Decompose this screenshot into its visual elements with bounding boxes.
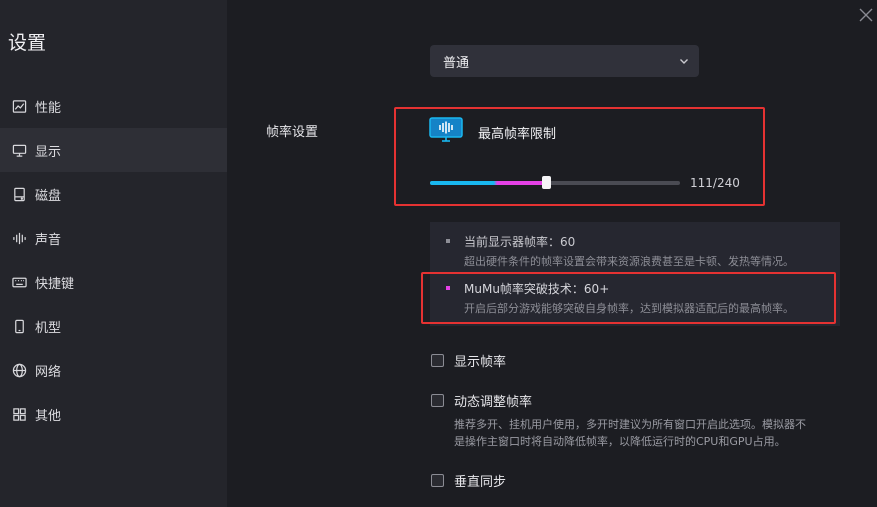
- sidebar-item-performance[interactable]: 性能: [0, 84, 227, 128]
- sidebar-title: 设置: [8, 32, 47, 54]
- sidebar: 设置 性能 显示 磁盘 声音 快捷键 机型 网络 其他: [0, 0, 227, 507]
- monitor-icon: [11, 142, 27, 158]
- mumu-framerate-breakthrough-desc: 开启后部分游戏能够突破自身帧率，达到模拟器适配后的最高帧率。: [464, 302, 794, 315]
- dynamic-fps-checkbox[interactable]: [431, 394, 444, 407]
- keyboard-icon: [11, 274, 27, 290]
- framerate-slider[interactable]: [430, 176, 680, 189]
- globe-icon: [11, 362, 27, 378]
- chart-line-icon: [11, 98, 27, 114]
- mumu-framerate-breakthrough: MuMu帧率突破技术：60+: [464, 282, 610, 296]
- show-fps-option[interactable]: 显示帧率: [431, 351, 506, 370]
- chevron-down-icon: [679, 55, 689, 65]
- max-framerate-title: 最高帧率限制: [478, 127, 557, 142]
- show-fps-label: 显示帧率: [454, 355, 507, 370]
- vsync-option[interactable]: 垂直同步: [431, 471, 506, 490]
- framerate-info-panel: 当前显示器帧率：60 超出硬件条件的帧率设置会带来资源浪费甚至是卡顿、发热等情况…: [430, 222, 840, 326]
- sidebar-item-label: 磁盘: [35, 188, 62, 204]
- monitor-framerate-icon: [429, 117, 463, 143]
- disk-icon: [11, 186, 27, 202]
- sidebar-item-label: 显示: [35, 144, 62, 160]
- sidebar-item-label: 快捷键: [35, 276, 75, 292]
- framerate-slider-fill: [430, 181, 546, 185]
- sidebar-item-network[interactable]: 网络: [0, 348, 227, 392]
- current-display-framerate: 当前显示器帧率：60: [464, 235, 576, 249]
- sidebar-item-display[interactable]: 显示: [0, 128, 227, 172]
- display-mode-select[interactable]: 普通: [430, 45, 699, 77]
- sidebar-item-shortcuts[interactable]: 快捷键: [0, 260, 227, 304]
- framerate-slider-value: 111/240: [690, 176, 740, 190]
- sidebar-item-audio[interactable]: 声音: [0, 216, 227, 260]
- vsync-checkbox[interactable]: [431, 474, 444, 487]
- framerate-section-label: 帧率设置: [266, 125, 319, 140]
- display-mode-value: 普通: [443, 55, 470, 71]
- dynamic-fps-desc-line2: 是操作主窗口时将自动降低帧率，以降低运行时的CPU和GPU占用。: [454, 435, 786, 448]
- sidebar-item-device-model[interactable]: 机型: [0, 304, 227, 348]
- framerate-slider-thumb[interactable]: [541, 176, 551, 189]
- vsync-label: 垂直同步: [454, 475, 507, 490]
- sidebar-item-label: 网络: [35, 364, 62, 380]
- phone-icon: [11, 318, 27, 334]
- sidebar-item-label: 声音: [35, 232, 62, 248]
- sidebar-item-label: 性能: [35, 100, 62, 116]
- audio-icon: [11, 230, 27, 246]
- sidebar-item-disk[interactable]: 磁盘: [0, 172, 227, 216]
- close-icon[interactable]: [859, 7, 875, 23]
- sidebar-item-other[interactable]: 其他: [0, 392, 227, 436]
- bullet-marker: [446, 239, 450, 243]
- current-display-framerate-desc: 超出硬件条件的帧率设置会带来资源浪费甚至是卡顿、发热等情况。: [464, 255, 794, 268]
- sidebar-nav: 性能 显示 磁盘 声音 快捷键 机型 网络 其他: [0, 84, 227, 436]
- grid-icon: [11, 406, 27, 422]
- dynamic-fps-desc-line1: 推荐多开、挂机用户使用，多开时建议为所有窗口开启此选项。模拟器不: [454, 418, 806, 431]
- sidebar-item-label: 其他: [35, 408, 62, 424]
- dynamic-fps-label: 动态调整帧率: [454, 395, 533, 410]
- bullet-marker-magenta: [446, 286, 450, 290]
- show-fps-checkbox[interactable]: [431, 354, 444, 367]
- dynamic-fps-option[interactable]: 动态调整帧率: [431, 391, 532, 410]
- sidebar-item-label: 机型: [35, 320, 62, 336]
